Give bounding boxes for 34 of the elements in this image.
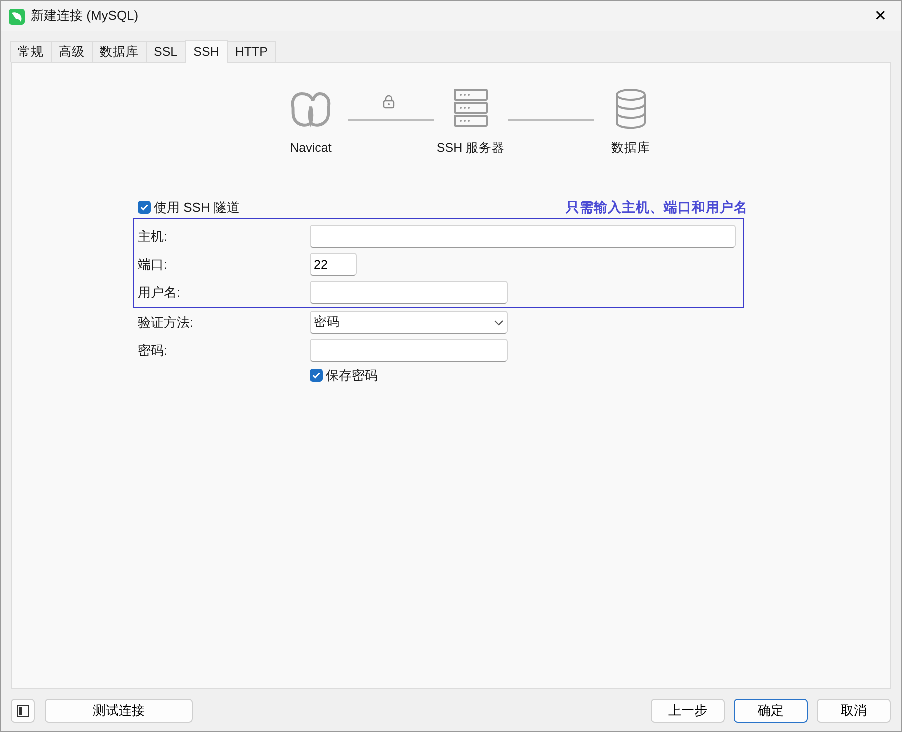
- dialog-button[interactable]: 上一步: [651, 699, 725, 723]
- field-label: 验证方法:: [138, 314, 195, 332]
- tab[interactable]: HTTP: [227, 41, 276, 62]
- input-field[interactable]: 22: [310, 253, 357, 276]
- input-field[interactable]: [310, 339, 508, 362]
- server-icon: [453, 89, 489, 127]
- node-label: 数据库: [612, 140, 650, 157]
- tunnel-checkbox[interactable]: [138, 201, 151, 214]
- tab[interactable]: SSH: [184, 40, 228, 63]
- field-label: 密码:: [138, 342, 169, 360]
- input-field[interactable]: [310, 225, 736, 248]
- sidebar-icon: [17, 705, 29, 717]
- save-password-checkbox[interactable]: [310, 369, 323, 382]
- dialog-button[interactable]: 取消: [817, 699, 891, 723]
- field-label: 端口:: [138, 256, 169, 274]
- tab[interactable]: 常规: [10, 41, 52, 62]
- checkbox-label: 保存密码: [326, 367, 378, 385]
- close-button[interactable]: ✕: [868, 8, 893, 24]
- lock-icon: [382, 94, 396, 109]
- app-logo-icon: [9, 8, 25, 25]
- window-title: 新建连接 (MySQL): [31, 7, 139, 26]
- node-label: SSH 服务器: [436, 140, 506, 157]
- hint-text: 只需输入主机、端口和用户名: [566, 198, 748, 217]
- sidebar-toggle-button[interactable]: [11, 699, 35, 723]
- checkbox-label: 使用 SSH 隧道: [154, 199, 240, 217]
- input-field[interactable]: [310, 281, 508, 304]
- node-label: Navicat: [290, 140, 332, 157]
- test-connection-button[interactable]: 测试连接: [45, 699, 193, 723]
- dropdown[interactable]: 密码: [310, 311, 508, 334]
- database-icon: [615, 89, 647, 129]
- chevron-down-icon: [494, 320, 504, 326]
- dialog-button[interactable]: 确定: [734, 699, 808, 723]
- field-label: 主机:: [138, 228, 169, 246]
- field-label: 用户名:: [138, 284, 182, 302]
